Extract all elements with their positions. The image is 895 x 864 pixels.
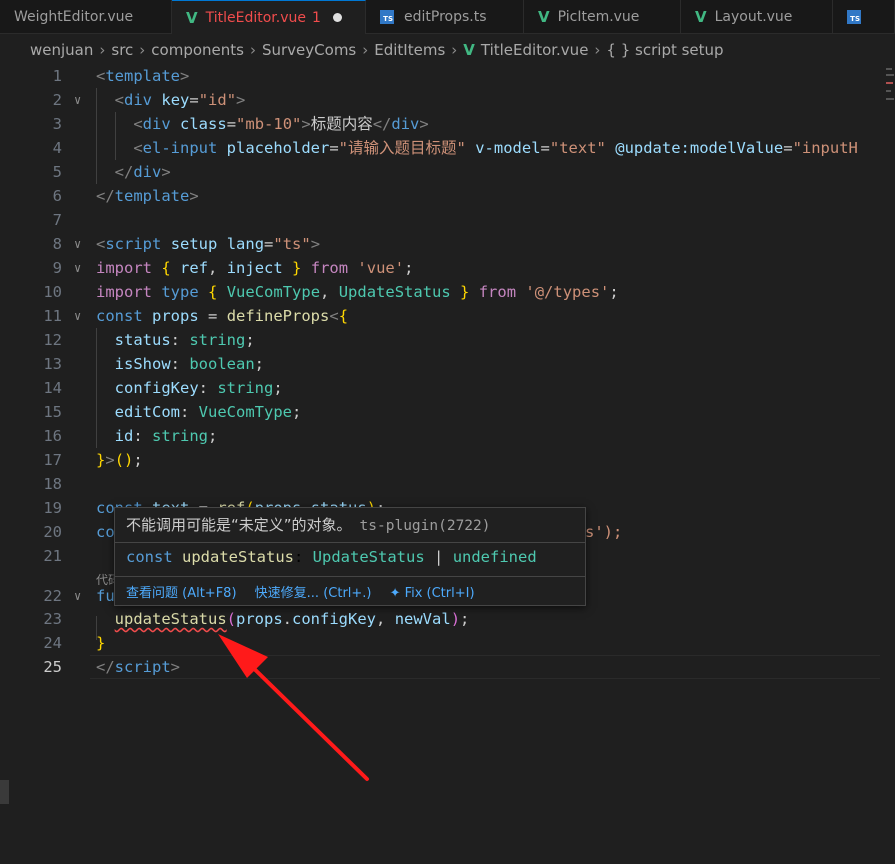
annotation-arrow (218, 634, 369, 781)
